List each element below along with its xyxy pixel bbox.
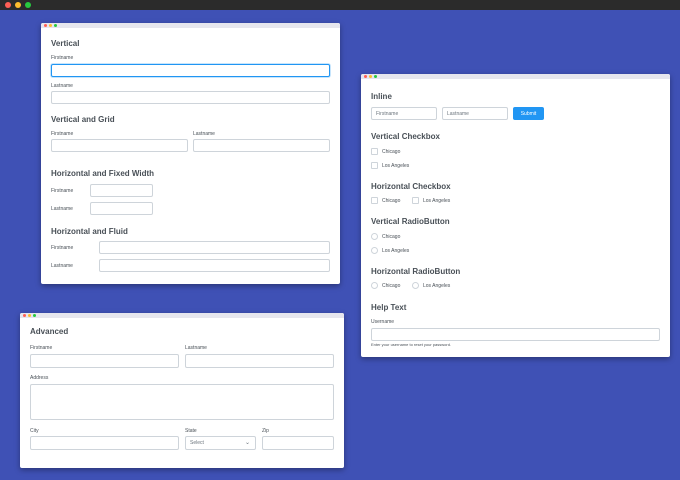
fixed-lastname-input[interactable] (90, 202, 153, 215)
state-label: State (185, 428, 197, 434)
grid-lastname-label: Lastname (193, 131, 215, 137)
fixed-firstname-input[interactable] (90, 184, 153, 197)
fixed-lastname-label: Lastname (51, 206, 73, 212)
state-select-value: Select (190, 440, 204, 446)
grid-firstname-label: Firstname (51, 131, 74, 137)
inline-lastname-input[interactable]: Lastname (442, 107, 508, 120)
window-controls (5, 2, 31, 8)
inline-section-title: Inline (371, 92, 392, 101)
inline-firstname-input[interactable]: Firstname (371, 107, 437, 120)
zip-label: Zip (262, 428, 269, 434)
chevron-down-icon: ⌄ (244, 440, 250, 446)
fixed-firstname-label: Firstname (51, 188, 74, 194)
advanced-form-panel: Advanced Firstname Lastname Address City… (20, 313, 344, 468)
grid-lastname-input[interactable] (193, 139, 330, 152)
address-textarea[interactable] (30, 384, 334, 420)
horizontal-radio-los-angeles-label: Los Angeles (423, 283, 451, 289)
close-window-button[interactable] (5, 2, 11, 8)
horizontal-checkbox-chicago-label: Chicago (382, 198, 401, 204)
state-select[interactable]: Select ⌄ (185, 436, 256, 450)
panel-titlebar (361, 74, 670, 79)
vertical-checkbox-los-angeles-label: Los Angeles (382, 163, 410, 169)
grid-firstname-input[interactable] (51, 139, 188, 152)
vertical-lastname-input[interactable] (51, 91, 330, 104)
submit-button[interactable]: Submit (513, 107, 544, 120)
horizontal-checkbox-los-angeles-label: Los Angeles (423, 198, 451, 204)
inline-firstname-placeholder: Firstname (376, 110, 399, 117)
vertical-firstname-label: Firstname (51, 55, 74, 61)
vertical-radio-los-angeles-label: Los Angeles (382, 248, 410, 254)
vertical-radio-los-angeles[interactable] (371, 247, 378, 254)
vertical-section-title: Vertical (51, 39, 80, 48)
vertical-radio-title: Vertical RadioButton (371, 217, 450, 226)
fixed-width-section-title: Horizontal and Fixed Width (51, 169, 155, 178)
fluid-lastname-label: Lastname (51, 263, 73, 269)
vertical-checkbox-chicago-label: Chicago (382, 149, 401, 155)
vertical-grid-section-title: Vertical and Grid (51, 115, 115, 124)
horizontal-radio-chicago-label: Chicago (382, 283, 401, 289)
advanced-lastname-label: Lastname (185, 345, 207, 351)
horizontal-checkbox-chicago[interactable] (371, 197, 378, 204)
vertical-lastname-label: Lastname (51, 83, 73, 89)
vertical-forms-panel: Vertical Firstname Lastname Vertical and… (41, 23, 340, 284)
username-label: Username (371, 319, 395, 325)
zip-input[interactable] (262, 436, 334, 450)
fluid-lastname-input[interactable] (99, 259, 330, 272)
panel-titlebar (41, 23, 340, 28)
vertical-radio-chicago-label: Chicago (382, 234, 401, 240)
horizontal-radio-title: Horizontal RadioButton (371, 267, 461, 276)
horizontal-radio-los-angeles[interactable] (412, 282, 419, 289)
outer-window-titlebar (0, 0, 680, 10)
vertical-checkbox-chicago[interactable] (371, 148, 378, 155)
vertical-firstname-input[interactable] (51, 64, 330, 77)
minimize-window-button[interactable] (15, 2, 21, 8)
username-input[interactable] (371, 328, 660, 341)
city-label: City (30, 428, 39, 434)
horizontal-checkbox-los-angeles[interactable] (412, 197, 419, 204)
city-input[interactable] (30, 436, 179, 450)
fluid-firstname-input[interactable] (99, 241, 330, 254)
horizontal-checkbox-title: Horizontal Checkbox (371, 182, 451, 191)
inline-and-options-panel: Inline Firstname Lastname Submit Vertica… (361, 74, 670, 357)
vertical-checkbox-title: Vertical Checkbox (371, 132, 440, 141)
username-help-text: Enter your username to reset your passwo… (371, 342, 452, 347)
address-label: Address (30, 375, 49, 381)
advanced-firstname-input[interactable] (30, 354, 179, 368)
inline-lastname-placeholder: Lastname (447, 110, 469, 117)
maximize-window-button[interactable] (25, 2, 31, 8)
panel-titlebar (20, 313, 344, 318)
fluid-firstname-label: Firstname (51, 245, 74, 251)
advanced-lastname-input[interactable] (185, 354, 334, 368)
fluid-section-title: Horizontal and Fluid (51, 227, 128, 236)
advanced-section-title: Advanced (30, 327, 69, 336)
advanced-firstname-label: Firstname (30, 345, 53, 351)
help-text-section-title: Help Text (371, 303, 407, 312)
vertical-radio-chicago[interactable] (371, 233, 378, 240)
vertical-checkbox-los-angeles[interactable] (371, 162, 378, 169)
horizontal-radio-chicago[interactable] (371, 282, 378, 289)
